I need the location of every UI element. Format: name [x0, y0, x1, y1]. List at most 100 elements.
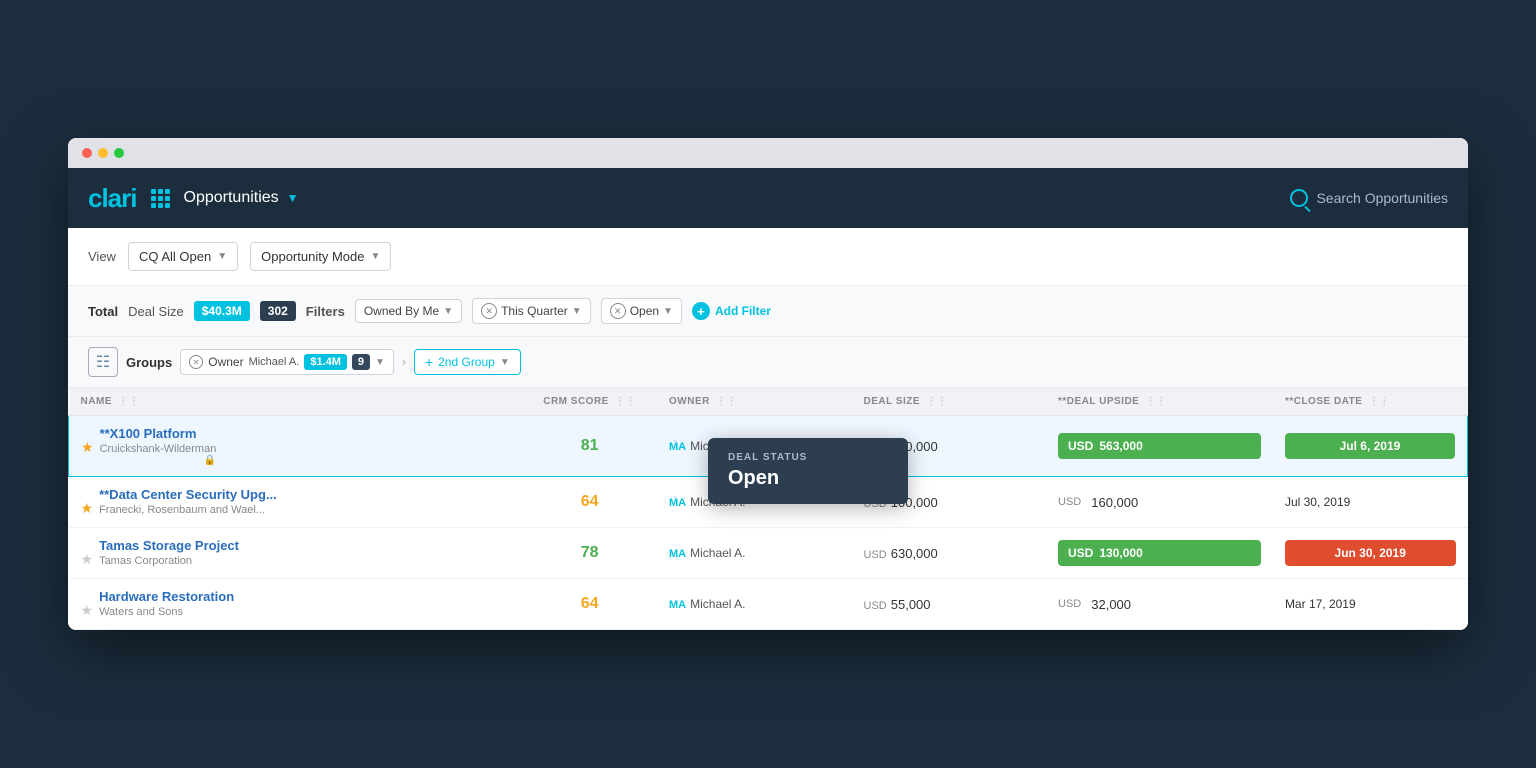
- filter-this-quarter[interactable]: ✕ This Quarter ▼: [472, 298, 591, 324]
- cell-name-0: ★**X100 PlatformCruickshank-Wilderman🔒: [69, 416, 523, 477]
- col-resize-owner-icon[interactable]: ⋮⋮: [716, 396, 737, 407]
- table-header-row: Name ⋮⋮ CRM Score ⋮⋮ Owner ⋮⋮ Deal Siz: [69, 388, 1468, 416]
- minimize-dot[interactable]: [98, 148, 108, 158]
- mode-chevron-icon: ▼: [370, 251, 380, 262]
- cell-close-date-0: Jul 6, 2019: [1273, 416, 1468, 477]
- col-resize-close-icon[interactable]: ⋮⋮: [1369, 396, 1390, 407]
- opportunities-table: Name ⋮⋮ CRM Score ⋮⋮ Owner ⋮⋮ Deal Siz: [68, 388, 1468, 630]
- col-resize-deal-icon[interactable]: ⋮⋮: [926, 396, 947, 407]
- cell-upside-0: USD563,000: [1046, 416, 1273, 477]
- group-owner-chevron-icon: ▼: [375, 357, 385, 368]
- search-area[interactable]: Search Opportunities: [1290, 189, 1448, 207]
- group-amount-badge: $1.4M: [304, 354, 347, 370]
- main-content: View CQ All Open ▼ Opportunity Mode ▼ To…: [68, 228, 1468, 630]
- upside-plain-1: USD160,000: [1058, 495, 1261, 510]
- group-arrow-icon: ›: [402, 355, 406, 369]
- filters-label: Filters: [306, 304, 345, 319]
- deal-amount-2: 630,000: [891, 546, 938, 561]
- col-header-owner: Owner ⋮⋮: [657, 388, 852, 416]
- upside-green-badge-0: USD563,000: [1058, 433, 1261, 459]
- star-icon-1[interactable]: ★: [81, 500, 94, 516]
- cell-crm-0: 81: [522, 416, 657, 477]
- owner-abbr-1: MA: [669, 497, 686, 509]
- cell-name-1: ★**Data Center Security Upg...Franecki, …: [69, 477, 523, 528]
- search-placeholder-text: Search Opportunities: [1316, 190, 1448, 206]
- filter-open-x-icon[interactable]: ✕: [610, 303, 626, 319]
- cell-close-date-3: Mar 17, 2019: [1273, 579, 1468, 630]
- cell-crm-2: 78: [522, 528, 657, 579]
- col-resize-name-icon[interactable]: ⋮⋮: [118, 396, 139, 407]
- cell-deal-size-3: USD55,000: [852, 579, 1047, 630]
- add-second-group-button[interactable]: + 2nd Group ▼: [414, 349, 521, 375]
- maximize-dot[interactable]: [114, 148, 124, 158]
- nav-chevron-icon: ▼: [287, 191, 299, 205]
- mode-value: Opportunity Mode: [261, 249, 364, 264]
- tooltip-title: Deal Status: [728, 452, 888, 463]
- table-row[interactable]: ★ Tamas Storage Project Tamas Corporation 7…: [69, 528, 1468, 579]
- star-icon-0[interactable]: ★: [81, 439, 94, 455]
- filter-quarter-label: This Quarter: [501, 304, 568, 318]
- add-filter-plus-icon: +: [692, 302, 710, 320]
- cell-upside-2: USD130,000: [1046, 528, 1273, 579]
- browser-chrome: [68, 138, 1468, 168]
- view-value: CQ All Open: [139, 249, 211, 264]
- group-owner-chip[interactable]: ✕ Owner Michael A. $1.4M 9 ▼: [180, 349, 394, 375]
- col-header-crm: CRM Score ⋮⋮: [522, 388, 657, 416]
- groups-row: ☷ Groups ✕ Owner Michael A. $1.4M 9 ▼ › …: [68, 337, 1468, 388]
- owner-name-3: Michael A.: [690, 597, 745, 611]
- deal-currency-2: USD: [864, 549, 887, 561]
- toolbar: View CQ All Open ▼ Opportunity Mode ▼: [68, 228, 1468, 286]
- upside-currency-1: USD: [1058, 496, 1081, 508]
- nav-opportunities-dropdown[interactable]: Opportunities ▼: [184, 189, 299, 207]
- opp-company-1: Franecki, Rosenbaum and Wael...: [99, 504, 277, 516]
- add-group-label: 2nd Group: [438, 355, 495, 369]
- cell-close-date-2: Jun 30, 2019: [1273, 528, 1468, 579]
- opp-name-2: Tamas Storage Project: [99, 538, 239, 553]
- deal-size-label: Deal Size: [128, 304, 184, 319]
- close-dot[interactable]: [82, 148, 92, 158]
- add-group-plus-icon: +: [425, 354, 433, 370]
- group-owner-x-icon[interactable]: ✕: [189, 355, 203, 369]
- opp-company-2: Tamas Corporation: [99, 555, 239, 567]
- mode-select[interactable]: Opportunity Mode ▼: [250, 242, 391, 271]
- nav-title: Opportunities: [184, 189, 279, 207]
- table-row[interactable]: ★Hardware RestorationWaters and Sons64MA…: [69, 579, 1468, 630]
- close-date-plain-1: Jul 30, 2019: [1285, 495, 1456, 509]
- col-header-deal-size: Deal Size ⋮⋮: [852, 388, 1047, 416]
- col-resize-crm-icon[interactable]: ⋮⋮: [615, 396, 636, 407]
- close-date-plain-3: Mar 17, 2019: [1285, 597, 1456, 611]
- opp-company-0: Cruickshank-Wilderman: [100, 443, 217, 455]
- browser-window: clari Opportunities ▼ Search Opportuniti…: [68, 138, 1468, 630]
- app-header: clari Opportunities ▼ Search Opportuniti…: [68, 168, 1468, 228]
- data-table-wrapper: Name ⋮⋮ CRM Score ⋮⋮ Owner ⋮⋮ Deal Siz: [68, 388, 1468, 630]
- add-filter-button[interactable]: + Add Filter: [692, 302, 771, 320]
- filter-owned-by-me[interactable]: Owned By Me ▼: [355, 299, 462, 323]
- filter-quarter-x-icon[interactable]: ✕: [481, 303, 497, 319]
- star-icon-3[interactable]: ★: [81, 602, 94, 618]
- crm-score-value-1: 64: [581, 493, 599, 510]
- apps-grid-icon[interactable]: [151, 189, 170, 208]
- deal-amount-badge: $40.3M: [194, 301, 250, 321]
- upside-currency-0: USD: [1068, 439, 1093, 453]
- deal-status-tooltip: Deal Status Open: [708, 438, 908, 504]
- cell-crm-3: 64: [522, 579, 657, 630]
- cell-crm-1: 64: [522, 477, 657, 528]
- close-date-green-0: Jul 6, 2019: [1285, 433, 1455, 459]
- opp-name-0: **X100 Platform: [100, 426, 217, 441]
- star-icon-2[interactable]: ★: [81, 551, 94, 567]
- view-select[interactable]: CQ All Open ▼: [128, 242, 238, 271]
- col-header-close-date: **Close Date ⋮⋮: [1273, 388, 1468, 416]
- view-label: View: [88, 249, 116, 264]
- group-owner-value: Michael A.: [249, 356, 300, 368]
- cell-upside-1: USD160,000: [1046, 477, 1273, 528]
- crm-score-value-2: 78: [581, 544, 599, 561]
- upside-amount-2: 130,000: [1099, 546, 1142, 560]
- col-resize-upside-icon[interactable]: ⋮⋮: [1146, 396, 1167, 407]
- cell-upside-3: USD32,000: [1046, 579, 1273, 630]
- owner-abbr-0: MA: [669, 441, 686, 453]
- opp-company-3: Waters and Sons: [99, 606, 234, 618]
- groups-toggle-icon[interactable]: ☷: [88, 347, 118, 377]
- filter-open[interactable]: ✕ Open ▼: [601, 298, 682, 324]
- view-chevron-icon: ▼: [217, 251, 227, 262]
- close-date-red-2: Jun 30, 2019: [1285, 540, 1456, 566]
